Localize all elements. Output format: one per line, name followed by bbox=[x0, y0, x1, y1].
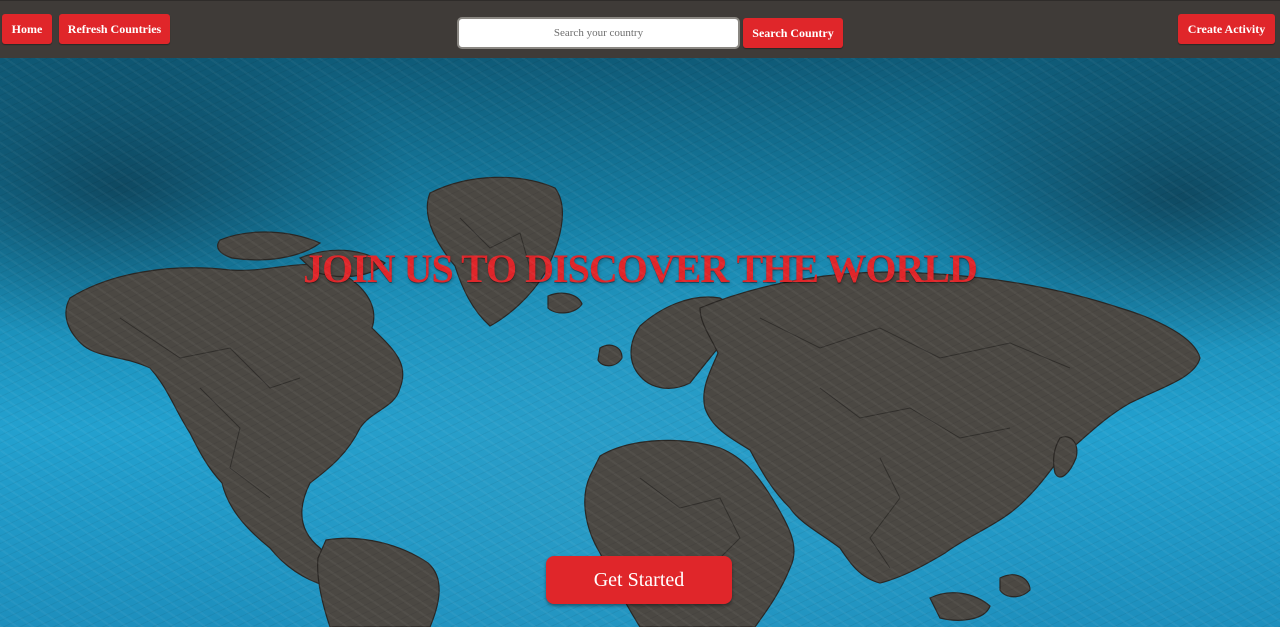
hero-headline: JOIN US TO DISCOVER THE WORLD bbox=[303, 246, 978, 291]
refresh-countries-button[interactable]: Refresh Countries bbox=[59, 14, 170, 44]
create-activity-button[interactable]: Create Activity bbox=[1178, 14, 1275, 44]
world-map-icon bbox=[65, 176, 1201, 627]
search-country-button[interactable]: Search Country bbox=[743, 18, 843, 48]
search-country-input[interactable] bbox=[457, 17, 740, 49]
home-button[interactable]: Home bbox=[2, 14, 52, 44]
hero-section: JOIN US TO DISCOVER THE WORLD bbox=[0, 58, 1280, 627]
get-started-button[interactable]: Get Started bbox=[546, 556, 732, 604]
top-navbar: Home Refresh Countries Search Country Cr… bbox=[0, 0, 1280, 58]
